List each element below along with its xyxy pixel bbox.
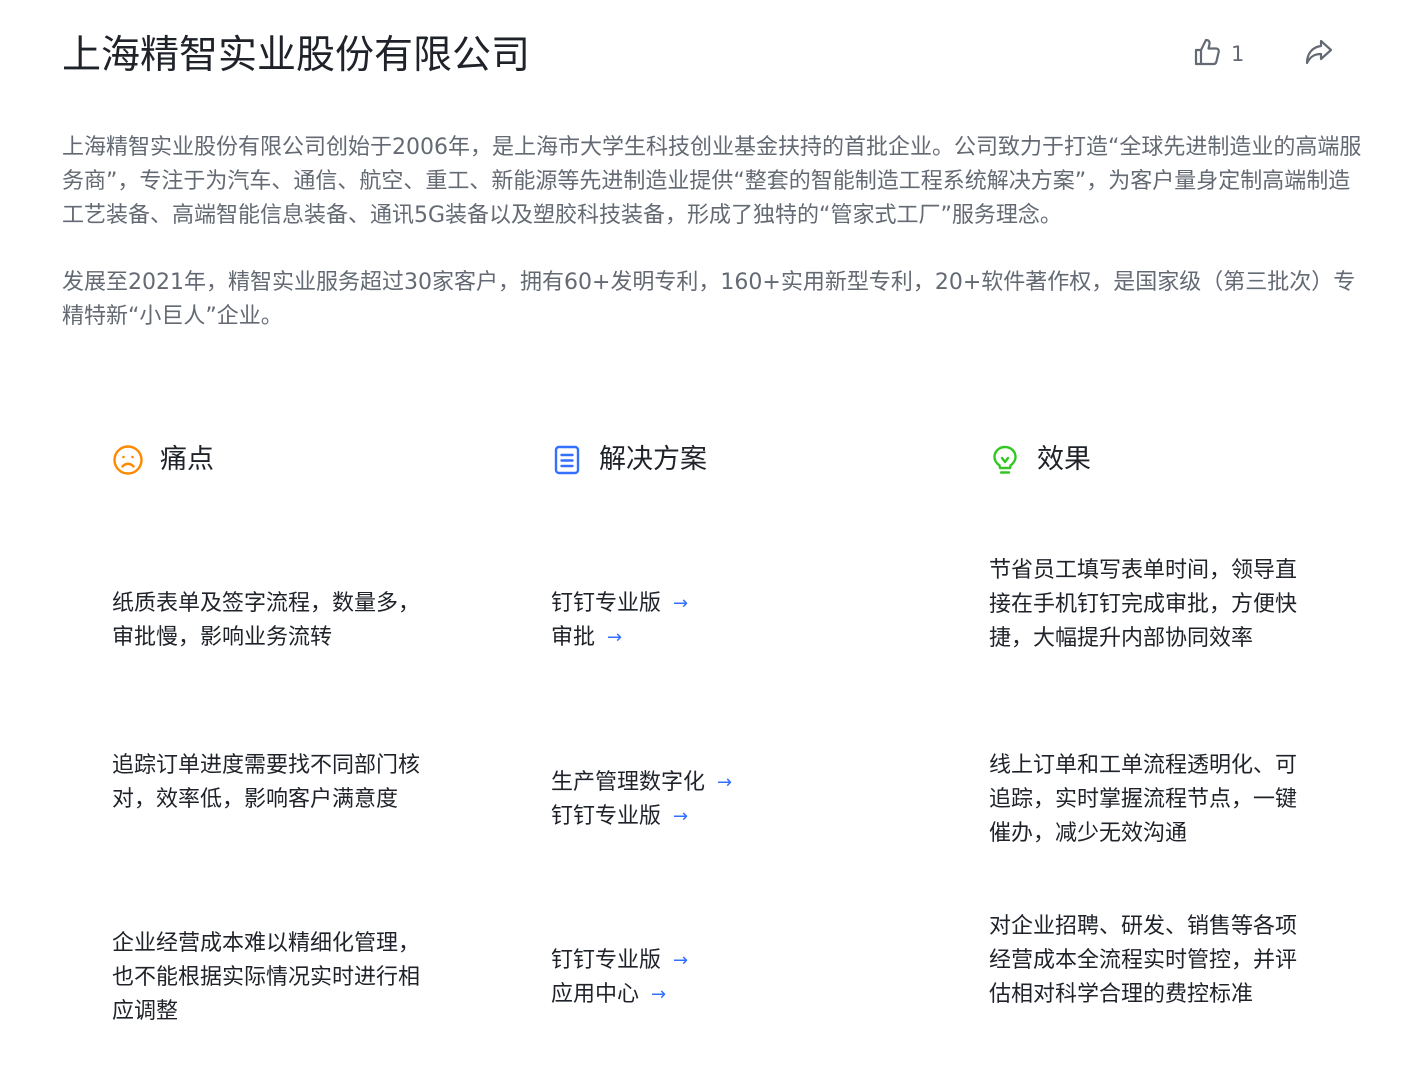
solution-link[interactable]: 应用中心 →	[551, 978, 811, 1012]
like-button[interactable]: 1	[1193, 37, 1244, 71]
thumbs-up-icon	[1193, 37, 1221, 71]
like-count: 1	[1231, 42, 1245, 66]
share-button[interactable]	[1304, 37, 1334, 71]
header-actions: 1	[1119, 34, 1419, 74]
solution-link[interactable]: 钉钉专业版 →	[551, 800, 811, 834]
document-icon	[551, 444, 583, 476]
solution-link[interactable]: 钉钉专业版 →	[551, 944, 811, 978]
pain-point-text: 纸质表单及签字流程，数量多，审批慢，影响业务流转	[112, 591, 421, 650]
column-header-pain: 痛点	[112, 440, 214, 480]
solution-link[interactable]: 生产管理数字化 →	[551, 766, 811, 800]
arrow-right-icon: →	[651, 984, 667, 1005]
column-header-effect: 效果	[989, 440, 1091, 480]
intro-paragraph: 发展至2021年，精智实业服务超过30家客户，拥有60+发明专利，160+实用新…	[62, 270, 1356, 329]
solution-link-label: 钉钉专业版	[551, 804, 662, 829]
pain-point-text: 企业经营成本难以精细化管理，也不能根据实际情况实时进行相应调整	[112, 931, 421, 1024]
effect-text: 节省员工填写表单时间，领导直接在手机钉钉完成审批，方便快捷，大幅提升内部协同效率	[989, 558, 1298, 651]
solution-link[interactable]: 审批 →	[551, 621, 811, 655]
solution-links: 生产管理数字化 → 钉钉专业版 →	[551, 766, 811, 834]
lightbulb-icon	[989, 444, 1021, 476]
arrow-right-icon: →	[717, 772, 733, 793]
solution-link-label: 钉钉专业版	[551, 948, 662, 973]
company-intro: 上海精智实业股份有限公司创始于2006年，是上海市大学生科技创业基金扶持的首批企…	[62, 131, 1362, 367]
column-header-label: 解决方案	[599, 444, 707, 475]
solution-link-label: 生产管理数字化	[551, 770, 706, 795]
solution-links: 钉钉专业版 → 审批 →	[551, 587, 811, 655]
share-icon	[1304, 39, 1334, 71]
arrow-right-icon: →	[673, 806, 689, 827]
solution-link-label: 钉钉专业版	[551, 591, 662, 616]
column-header-solution: 解决方案	[551, 440, 707, 480]
solution-link-label: 审批	[551, 625, 596, 650]
column-header-label: 效果	[1037, 444, 1091, 475]
arrow-right-icon: →	[673, 950, 689, 971]
solution-link[interactable]: 钉钉专业版 →	[551, 587, 811, 621]
arrow-right-icon: →	[607, 627, 623, 648]
page-title: 上海精智实业股份有限公司	[62, 33, 531, 78]
solution-link-label: 应用中心	[551, 982, 640, 1007]
column-header-label: 痛点	[160, 444, 214, 475]
effect-text: 线上订单和工单流程透明化、可追踪，实时掌握流程节点，一键催办，减少无效沟通	[989, 753, 1298, 846]
effect-text: 对企业招聘、研发、销售等各项经营成本全流程实时管控，并评估相对科学合理的费控标准	[989, 914, 1298, 1007]
solution-links: 钉钉专业版 → 应用中心 →	[551, 944, 811, 1012]
sad-face-icon	[112, 444, 144, 476]
intro-paragraph: 上海精智实业股份有限公司创始于2006年，是上海市大学生科技创业基金扶持的首批企…	[62, 135, 1362, 228]
pain-point-text: 追踪订单进度需要找不同部门核对，效率低，影响客户满意度	[112, 753, 421, 812]
arrow-right-icon: →	[673, 593, 689, 614]
